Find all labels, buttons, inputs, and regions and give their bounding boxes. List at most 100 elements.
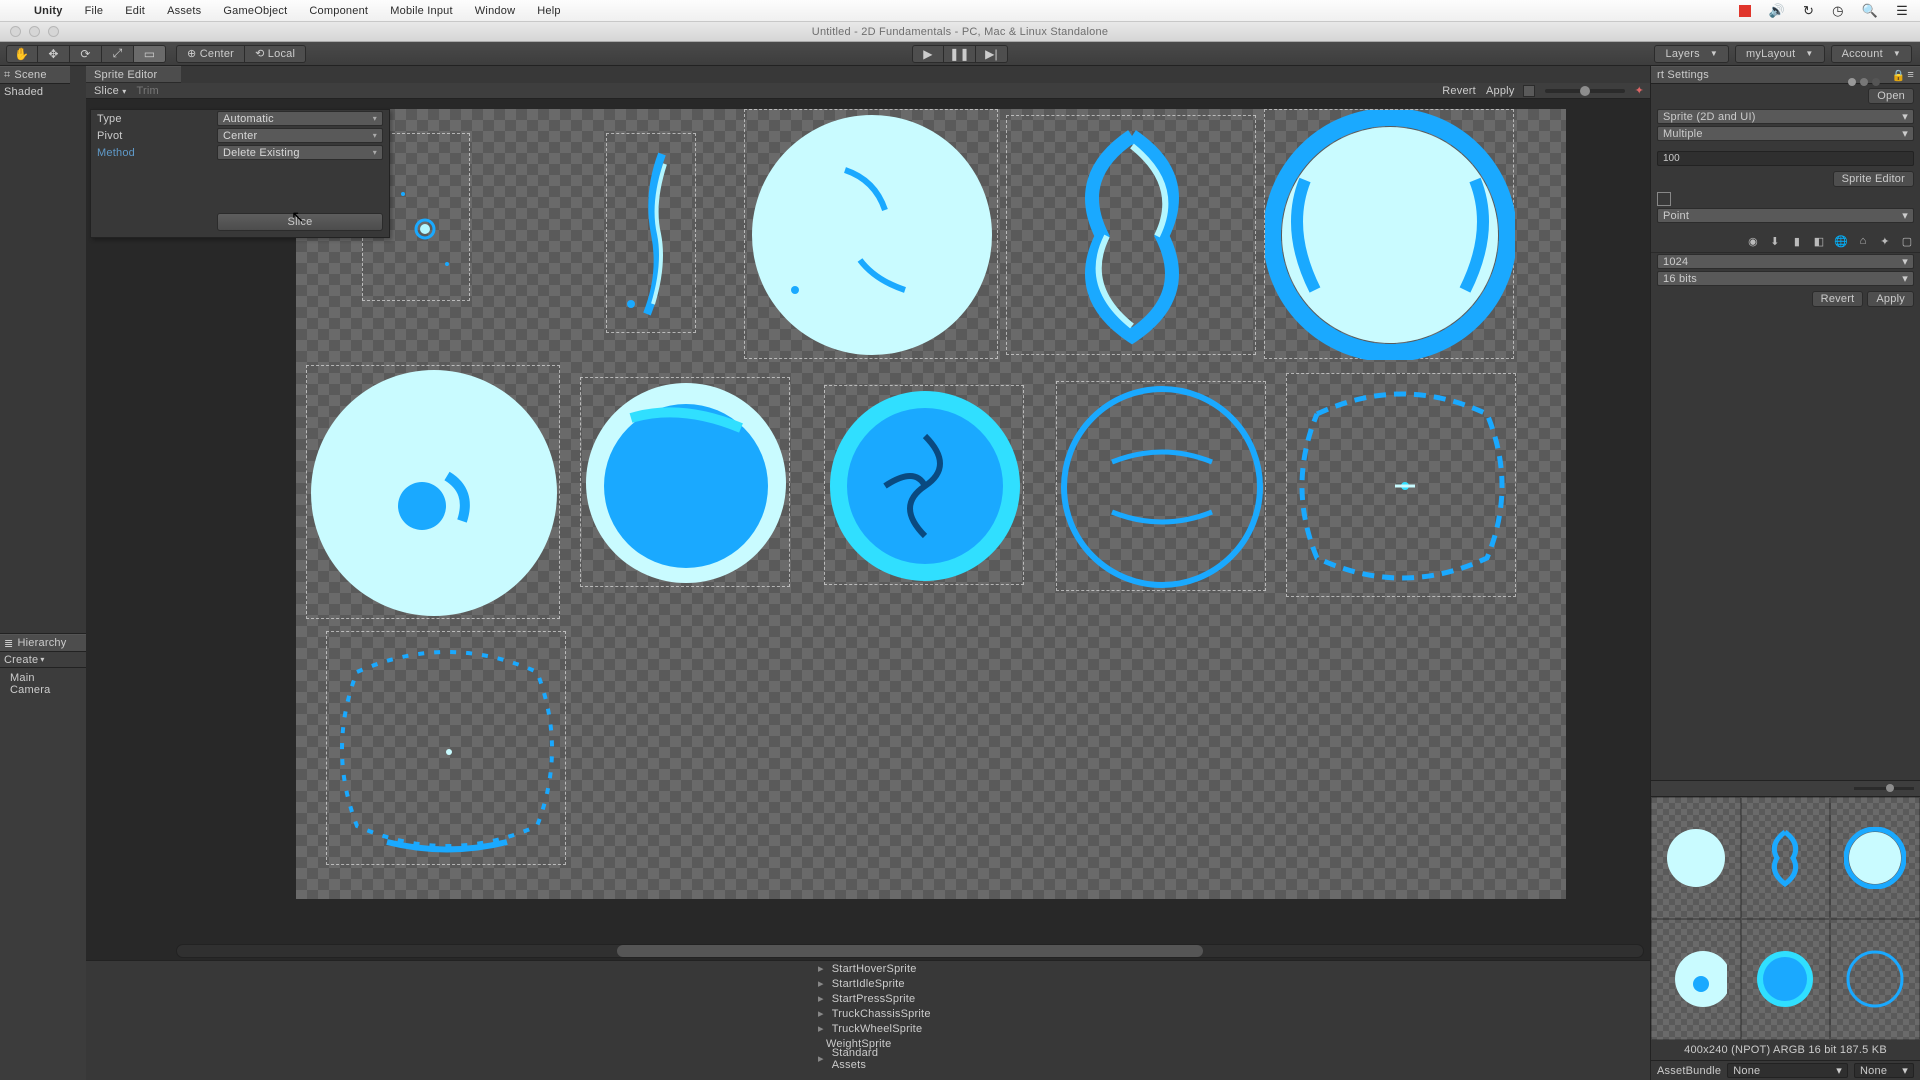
checkbox[interactable] xyxy=(1657,192,1671,206)
project-item[interactable]: ▸TruckChassisSprite xyxy=(818,1006,846,1021)
project-item[interactable]: ▸StartIdleSprite xyxy=(818,976,846,991)
left-column: ⌗Scene Shaded ≣Hierarchy Create▾ Main Ca… xyxy=(0,66,86,1080)
inspector-apply-button[interactable]: Apply xyxy=(1867,291,1914,307)
menu-component[interactable]: Component xyxy=(309,5,368,17)
chevron-down-icon: ▾ xyxy=(1902,1064,1908,1077)
trim-button[interactable]: Trim xyxy=(134,85,160,97)
clock-icon[interactable]: ◷ xyxy=(1832,4,1844,17)
texture-meta-label: 400x240 (NPOT) ARGB 16 bit 187.5 KB xyxy=(1651,1040,1920,1060)
chevron-down-icon: ▼ xyxy=(1710,49,1718,58)
chevron-down-icon: ▾ xyxy=(373,148,377,157)
macos-menubar: Unity File Edit Assets GameObject Compon… xyxy=(0,0,1920,22)
tool-rect[interactable]: ▭ xyxy=(134,45,166,63)
chevron-down-icon: ▾ xyxy=(373,114,377,123)
pixels-per-unit-field[interactable] xyxy=(1657,151,1914,166)
menu-icon[interactable]: ≡ xyxy=(1907,69,1914,82)
menu-window[interactable]: Window xyxy=(475,5,515,17)
window-title: Untitled - 2D Fundamentals - PC, Mac & L… xyxy=(812,26,1108,38)
chevron-down-icon: ▾ xyxy=(122,87,126,96)
chevron-down-icon: ▾ xyxy=(1902,255,1908,268)
assetbundle-variant-dropdown[interactable]: None▾ xyxy=(1854,1063,1914,1078)
traffic-max-icon[interactable] xyxy=(48,26,59,37)
hierarchy-create-dropdown[interactable]: Create▾ xyxy=(0,652,86,668)
step-button[interactable]: ▶| xyxy=(976,45,1008,63)
project-item[interactable]: ▸Standard Assets xyxy=(818,1051,846,1066)
layout-dropdown[interactable]: myLayout▼ xyxy=(1735,45,1825,63)
rgb-toggle-icon[interactable] xyxy=(1523,85,1535,97)
scene-shade-dropdown[interactable]: Shaded xyxy=(0,84,86,100)
max-size-dropdown[interactable]: 1024▾ xyxy=(1657,254,1914,269)
account-dropdown[interactable]: Account▼ xyxy=(1831,45,1912,63)
html5-platform-icon[interactable]: ⌂ xyxy=(1856,234,1870,248)
sprite-editor-button[interactable]: Sprite Editor xyxy=(1833,171,1914,187)
traffic-min-icon[interactable] xyxy=(29,26,40,37)
tool-rotate[interactable]: ⟳ xyxy=(70,45,102,63)
menu-edit[interactable]: Edit xyxy=(125,5,145,17)
open-button[interactable]: Open xyxy=(1868,88,1914,104)
project-item[interactable]: ▸TruckWheelSprite xyxy=(818,1021,846,1036)
hierarchy-tab[interactable]: ≣Hierarchy xyxy=(0,634,86,652)
play-button[interactable]: ▶ xyxy=(912,45,944,63)
slice-button[interactable]: Slice xyxy=(217,213,383,231)
tool-move[interactable]: ✥ xyxy=(38,45,70,63)
lock-icon[interactable]: 🔒 xyxy=(1891,69,1905,82)
tizen-platform-icon[interactable]: ✦ xyxy=(1878,234,1892,248)
chevron-down-icon: ▼ xyxy=(1893,49,1901,58)
web-platform-icon[interactable]: 🌐 xyxy=(1834,234,1848,248)
menu-assets[interactable]: Assets xyxy=(167,5,201,17)
chevron-down-icon: ▼ xyxy=(1805,49,1813,58)
chevron-down-icon: ▾ xyxy=(1902,127,1908,140)
sprite-mode-dropdown[interactable]: Multiple▾ xyxy=(1657,126,1914,141)
pivot-center-button[interactable]: ⊕ Center xyxy=(176,45,245,63)
alpha-slider[interactable] xyxy=(1545,89,1625,93)
pivot-local-button[interactable]: ⟲ Local xyxy=(245,45,306,63)
scene-tab[interactable]: ⌗Scene xyxy=(0,66,70,84)
mobile-platform-icon[interactable]: ▮ xyxy=(1790,234,1804,248)
assetbundle-name-dropdown[interactable]: None▾ xyxy=(1727,1063,1848,1078)
slice-method-dropdown[interactable]: Delete Existing▾ xyxy=(217,145,383,160)
tv-platform-icon[interactable]: ▢ xyxy=(1900,234,1914,248)
project-item[interactable]: ▸StartPressSprite xyxy=(818,991,846,1006)
window-titlebar: Untitled - 2D Fundamentals - PC, Mac & L… xyxy=(0,22,1920,42)
tool-hand[interactable]: ✋ xyxy=(6,45,38,63)
app-menu[interactable]: Unity xyxy=(34,5,63,17)
slice-dropdown-button[interactable]: Slice ▾ xyxy=(92,85,128,97)
apply-button[interactable]: Apply xyxy=(1484,85,1517,97)
inspector-revert-button[interactable]: Revert xyxy=(1812,291,1864,307)
menu-file[interactable]: File xyxy=(85,5,104,17)
slice-popup: Type Automatic▾ Pivot Center▾ Method Del… xyxy=(90,109,390,238)
window-layout-dots xyxy=(1848,78,1880,86)
hierarchy-item[interactable]: Main Camera xyxy=(0,670,86,698)
traffic-close-icon[interactable] xyxy=(10,26,21,37)
scene-icon: ⌗ xyxy=(4,69,10,82)
sync-icon[interactable]: ↻ xyxy=(1803,4,1814,17)
filter-mode-dropdown[interactable]: Point▾ xyxy=(1657,208,1914,223)
slice-type-label: Type xyxy=(97,113,217,125)
menu-gameobject[interactable]: GameObject xyxy=(223,5,287,17)
handle-center-icon: ⊕ xyxy=(187,47,196,60)
menu-mobileinput[interactable]: Mobile Input xyxy=(390,5,453,17)
chevron-down-icon: ▾ xyxy=(40,655,44,664)
hierarchy-icon: ≣ xyxy=(4,637,13,650)
default-platform-icon[interactable]: ◉ xyxy=(1746,234,1760,248)
layers-dropdown[interactable]: Layers▼ xyxy=(1654,45,1728,63)
tool-scale[interactable]: ⤢ xyxy=(102,45,134,63)
revert-button[interactable]: Revert xyxy=(1440,85,1478,97)
slice-type-dropdown[interactable]: Automatic▾ xyxy=(217,111,383,126)
volume-icon[interactable]: 🔊 xyxy=(1769,4,1785,17)
slice-pivot-dropdown[interactable]: Center▾ xyxy=(217,128,383,143)
search-icon[interactable]: 🔍 xyxy=(1862,4,1878,17)
chevron-down-icon: ▾ xyxy=(1902,110,1908,123)
format-dropdown[interactable]: 16 bits▾ xyxy=(1657,271,1914,286)
texture-type-dropdown[interactable]: Sprite (2D and UI)▾ xyxy=(1657,109,1914,124)
menu-list-icon[interactable]: ☰ xyxy=(1896,4,1908,17)
ios-platform-icon[interactable]: ◧ xyxy=(1812,234,1826,248)
project-item[interactable]: ▸StartHoverSprite xyxy=(818,961,846,976)
download-platform-icon[interactable]: ⬇ xyxy=(1768,234,1782,248)
preview-zoom-slider[interactable] xyxy=(1854,787,1914,790)
sprite-editor-tab[interactable]: Sprite Editor xyxy=(86,66,181,83)
inspector-preview: 400x240 (NPOT) ARGB 16 bit 187.5 KB Asse… xyxy=(1651,780,1920,1080)
pause-button[interactable]: ❚❚ xyxy=(944,45,976,63)
menu-help[interactable]: Help xyxy=(537,5,561,17)
horizontal-scrollbar[interactable] xyxy=(176,944,1644,958)
